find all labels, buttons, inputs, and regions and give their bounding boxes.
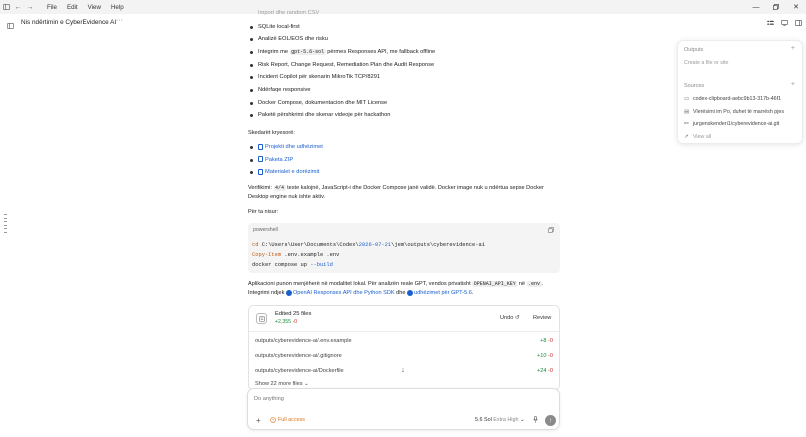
thread-title: Nis ndërtimin e CyberEvidence AI [21, 19, 117, 26]
list-item: SQLite local-first [248, 23, 560, 36]
link-responses-api[interactable]: OpenAI Responses API dhe Python SDK [293, 290, 395, 296]
review-button[interactable]: Review [533, 315, 551, 321]
monitor-icon[interactable] [780, 19, 788, 26]
shield-icon [270, 417, 276, 423]
key-files-heading: Skedarët kryesorë: [248, 130, 295, 136]
menu-help[interactable]: Help [106, 4, 129, 11]
add-output-icon[interactable]: + [791, 45, 795, 52]
undo-button[interactable]: Undo ↺ [500, 315, 520, 321]
copy-icon[interactable] [548, 227, 554, 235]
list-item: Risk Report, Change Request, Remediation… [248, 61, 560, 74]
edited-files-card: Edited 25 files +2,355 -0 Undo ↺ Review … [248, 305, 560, 390]
inline-code: OPENAI_API_KEY [472, 281, 518, 287]
menu-view[interactable]: View [83, 4, 106, 11]
list-item: Materialet e dorëzimit [248, 168, 448, 181]
external-link-icon: ↗ [684, 134, 689, 140]
arrow-up-icon: ↑ [548, 417, 553, 424]
file-row[interactable]: outputs/cyberevidence-ai/.env.example +8… [255, 334, 553, 348]
image-icon: ▭ [684, 96, 690, 102]
link-materials[interactable]: Materialet e dorëzimit [265, 169, 319, 175]
edited-files-title: Edited 25 files [275, 311, 312, 317]
verification-text: Verifikimi: 4/4 teste kalojnë, JavaScrip… [248, 185, 544, 200]
source-item[interactable]: ▤ Vlerësimi im Po, duhet të marrësh pjes [684, 107, 798, 117]
back-arrow-icon[interactable]: ← [12, 0, 24, 14]
outputs-heading: Outputs [684, 47, 704, 53]
code-language: powershell [253, 227, 278, 233]
key-files-list: Projekti dhe udhëzimet Paketa ZIP Materi… [248, 143, 448, 181]
openai-icon [285, 289, 292, 296]
feature-list: SQLite local-first Analizë EOL/EOS dhe r… [248, 23, 560, 125]
collapse-panel-icon[interactable] [4, 19, 16, 33]
list-item: Paketa ZIP [248, 156, 448, 169]
toggle-terminal-icon[interactable] [766, 19, 774, 26]
edit-file-icon [256, 313, 267, 324]
list-item: Docker Compose, dokumentacion dhe MIT Li… [248, 99, 560, 112]
side-panel-icon[interactable] [794, 19, 802, 26]
maximize-button[interactable] [766, 0, 786, 14]
list-item: Incident Copilot për skenarin MikroTik T… [248, 73, 560, 86]
undo-icon: ↺ [514, 315, 520, 321]
list-item: Projekti dhe udhëzimet [248, 143, 448, 156]
list-item: Analizë EOL/EOS dhe risku [248, 35, 560, 48]
chevron-down-icon: ⌄ [519, 417, 525, 423]
code-line: Copy-Item .env.example .env [252, 252, 340, 258]
access-mode-button[interactable]: Full access [270, 417, 305, 423]
source-item[interactable]: ⚯ jurgenskenderi1/cyberevidence-ai.git [684, 119, 798, 129]
menu-file[interactable]: File [42, 4, 62, 11]
file-icon [258, 168, 263, 175]
source-item[interactable]: ▭ codex-clipboard-aebc9b13-317b-46f1 [684, 94, 798, 104]
file-icon [258, 143, 263, 150]
sidebar-toggle-icon[interactable] [0, 0, 12, 14]
scroll-markers[interactable] [4, 214, 7, 235]
file-row[interactable]: outputs/cyberevidence-ai/.gitignore +10 … [255, 349, 553, 363]
inline-code: 4/4 [273, 185, 286, 191]
file-icon [258, 156, 263, 163]
add-attachment-icon[interactable]: + [256, 416, 261, 425]
model-selector[interactable]: 5.6 Sol Extra High ⌄ [475, 417, 525, 423]
thread-more-button[interactable]: ··· [116, 17, 123, 24]
link-icon: ⚯ [684, 121, 689, 127]
microphone-icon[interactable] [533, 416, 538, 425]
title-bar: ← → File Edit View Help — ✕ [0, 0, 806, 14]
outputs-empty-text: Create a file or site [684, 60, 729, 66]
list-item: Integrim me gpt-5.6-sol përmes Responses… [248, 48, 560, 61]
list-item: Ndërfaqe responsive [248, 86, 560, 99]
link-zip[interactable]: Paketa ZIP [265, 157, 293, 163]
view-all-button[interactable]: ↗ View all [684, 132, 798, 142]
prompt-input[interactable] [254, 394, 544, 404]
show-more-files-button[interactable]: Show 22 more files ⌄ [255, 381, 309, 387]
send-button[interactable]: ↑ [545, 415, 556, 426]
chat-icon: ▤ [684, 109, 690, 115]
code-line: cd C:\Users\User\Documents\Codex\2026-07… [252, 242, 485, 248]
code-line: docker compose up --build [252, 262, 333, 268]
close-window-button[interactable]: ✕ [786, 0, 806, 14]
start-label: Për ta nisur: [248, 209, 279, 215]
minimize-button[interactable]: — [746, 0, 766, 14]
inline-code: gpt-5.6-sol [289, 48, 326, 55]
list-item-partial: Import dhe random CSV [258, 10, 320, 16]
inline-code: .env [526, 281, 542, 287]
note-text: Aplikacioni punon menjëherë në modalitet… [248, 281, 544, 296]
chevron-down-icon: ⌄ [304, 381, 309, 387]
add-source-icon[interactable]: + [791, 81, 795, 88]
forward-arrow-icon[interactable]: → [24, 0, 36, 14]
list-item: Paketë përshkrimi dhe skenar videoje për… [248, 111, 560, 124]
scroll-down-icon[interactable]: ↓ [398, 365, 408, 375]
divider [249, 331, 559, 332]
diff-summary: +2,355 -0 [275, 319, 298, 325]
side-panel: Outputs + Create a file or site Sources … [677, 40, 803, 144]
composer: + Full access 5.6 Sol Extra High ⌄ ↑ [247, 388, 560, 430]
link-project[interactable]: Projekti dhe udhëzimet [265, 144, 323, 150]
sources-heading: Sources [684, 83, 705, 89]
code-block: powershell cd C:\Users\User\Documents\Co… [248, 223, 560, 273]
link-gpt-guide[interactable]: udhëzimet për GPT-5.6 [414, 290, 472, 296]
openai-icon [407, 289, 414, 296]
menu-edit[interactable]: Edit [62, 4, 83, 11]
